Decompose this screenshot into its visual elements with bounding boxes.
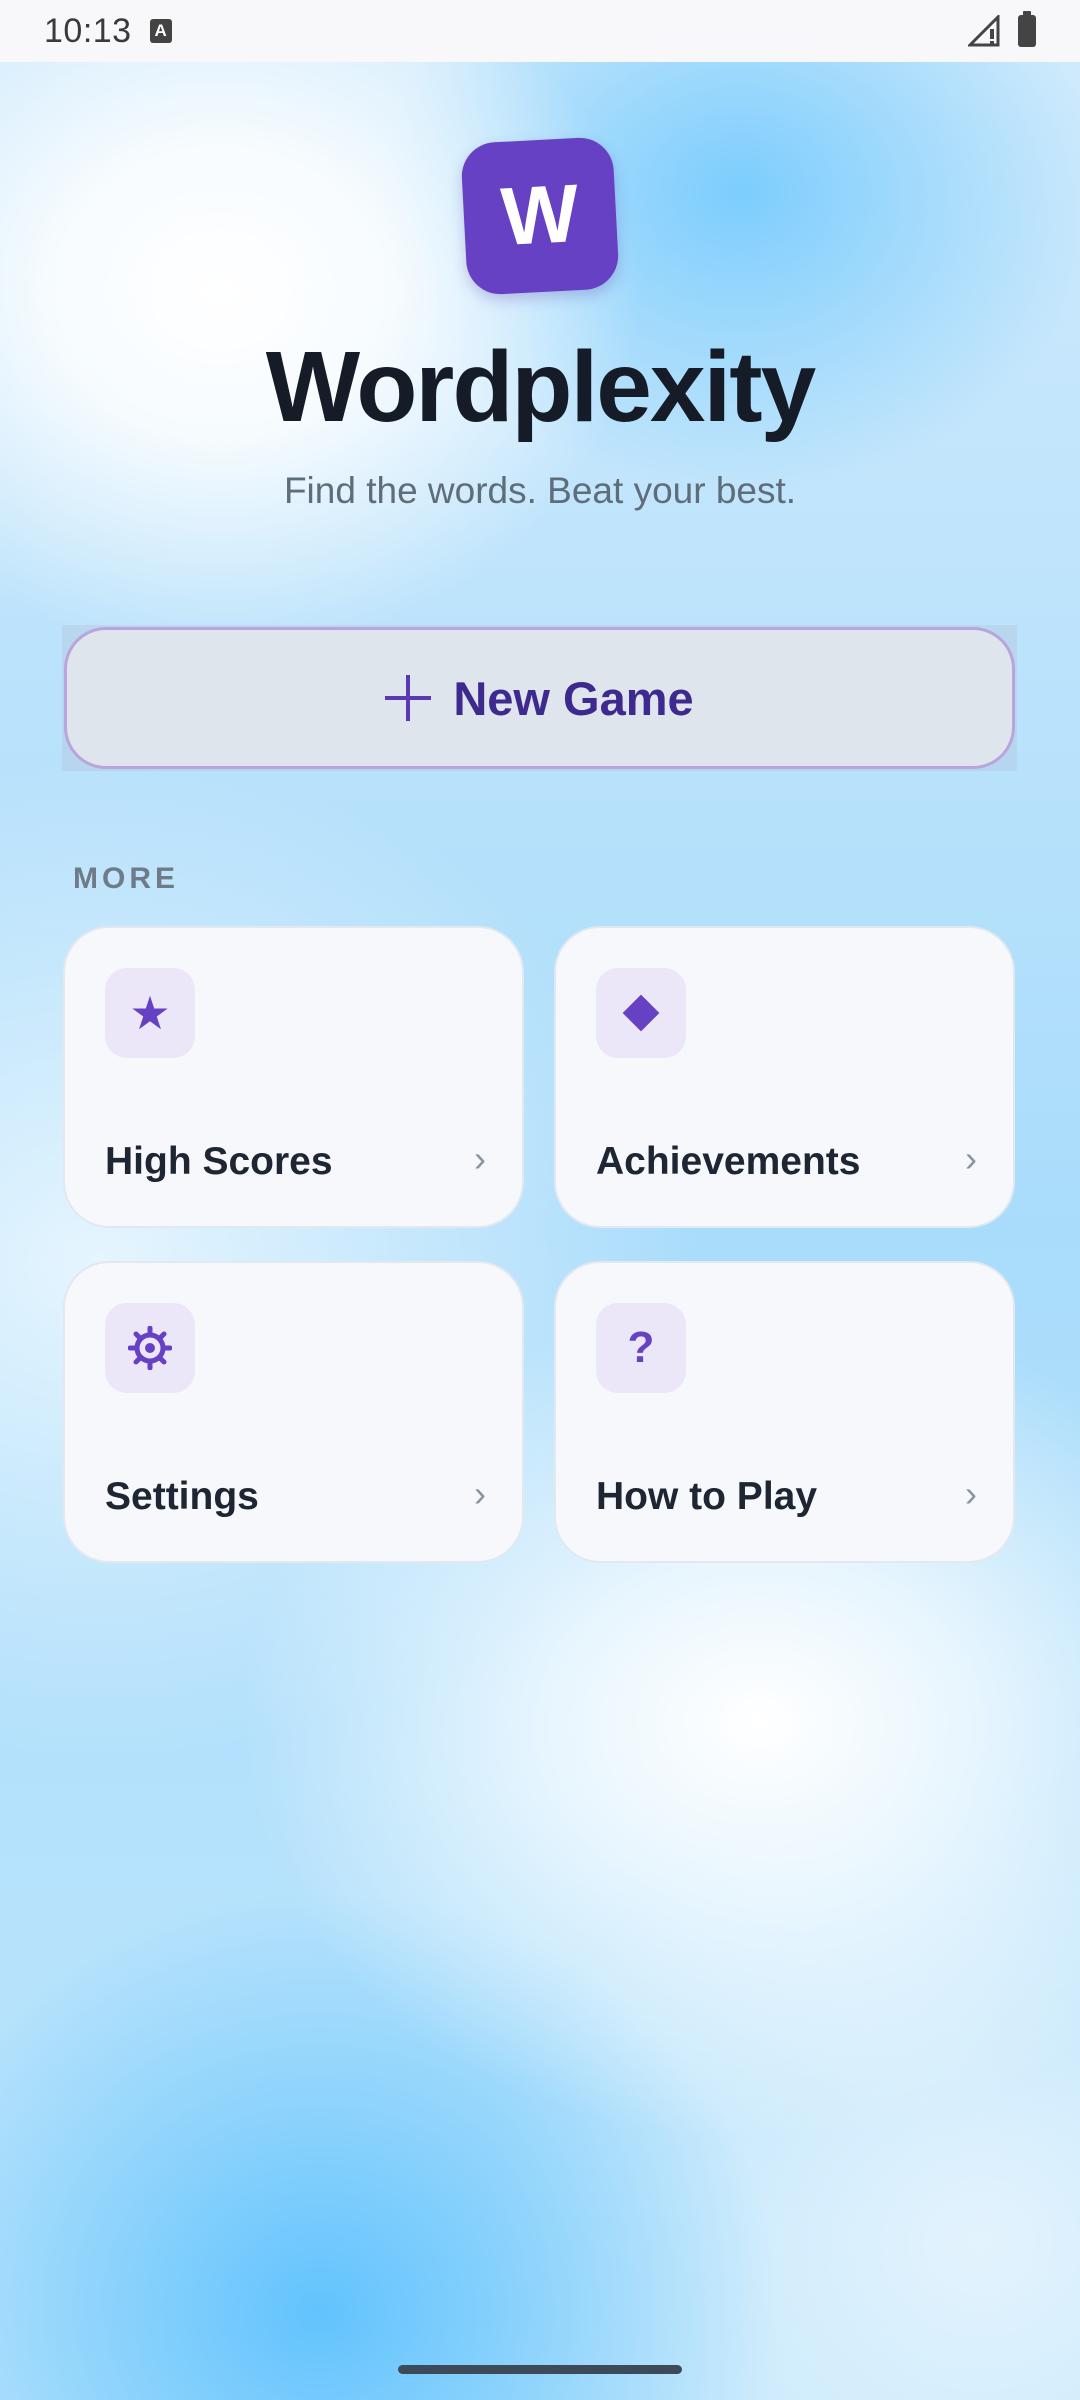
how-to-play-label: How to Play <box>596 1475 818 1518</box>
battery-icon <box>1018 11 1036 47</box>
how-to-play-card[interactable]: ? How to Play › <box>554 1261 1015 1563</box>
chevron-right-icon: › <box>965 1473 977 1514</box>
new-game-label: New Game <box>453 671 694 725</box>
star-icon: ★ <box>105 968 195 1058</box>
signal-icon <box>968 15 1000 47</box>
home-indicator[interactable] <box>398 2365 682 2374</box>
achievements-card[interactable]: Achievements › <box>554 926 1015 1228</box>
status-time: 10:13 <box>44 11 132 50</box>
plus-icon <box>385 675 432 721</box>
question-icon: ? <box>596 1303 686 1393</box>
new-game-button[interactable]: New Game <box>64 627 1015 769</box>
diamond-icon <box>596 968 686 1058</box>
chevron-right-icon: › <box>474 1138 486 1179</box>
settings-label: Settings <box>105 1475 259 1518</box>
achievements-label: Achievements <box>596 1140 861 1183</box>
app-logo-letter: W <box>498 168 582 263</box>
app-title: Wordplexity <box>265 331 816 443</box>
gear-icon <box>105 1303 195 1393</box>
keyboard-notification-icon: A <box>149 19 172 43</box>
status-bar: 10:13 A <box>0 0 1080 62</box>
settings-card[interactable]: Settings › <box>63 1261 524 1563</box>
app-tagline: Find the words. Beat your best. <box>283 470 797 511</box>
chevron-right-icon: › <box>965 1138 977 1179</box>
high-scores-card[interactable]: ★ High Scores › <box>63 926 524 1228</box>
chevron-right-icon: › <box>474 1473 486 1514</box>
more-section-heading: MORE <box>73 862 179 895</box>
high-scores-label: High Scores <box>105 1140 333 1183</box>
new-game-focus-highlight: New Game <box>62 625 1017 771</box>
app-logo: W <box>460 136 620 296</box>
